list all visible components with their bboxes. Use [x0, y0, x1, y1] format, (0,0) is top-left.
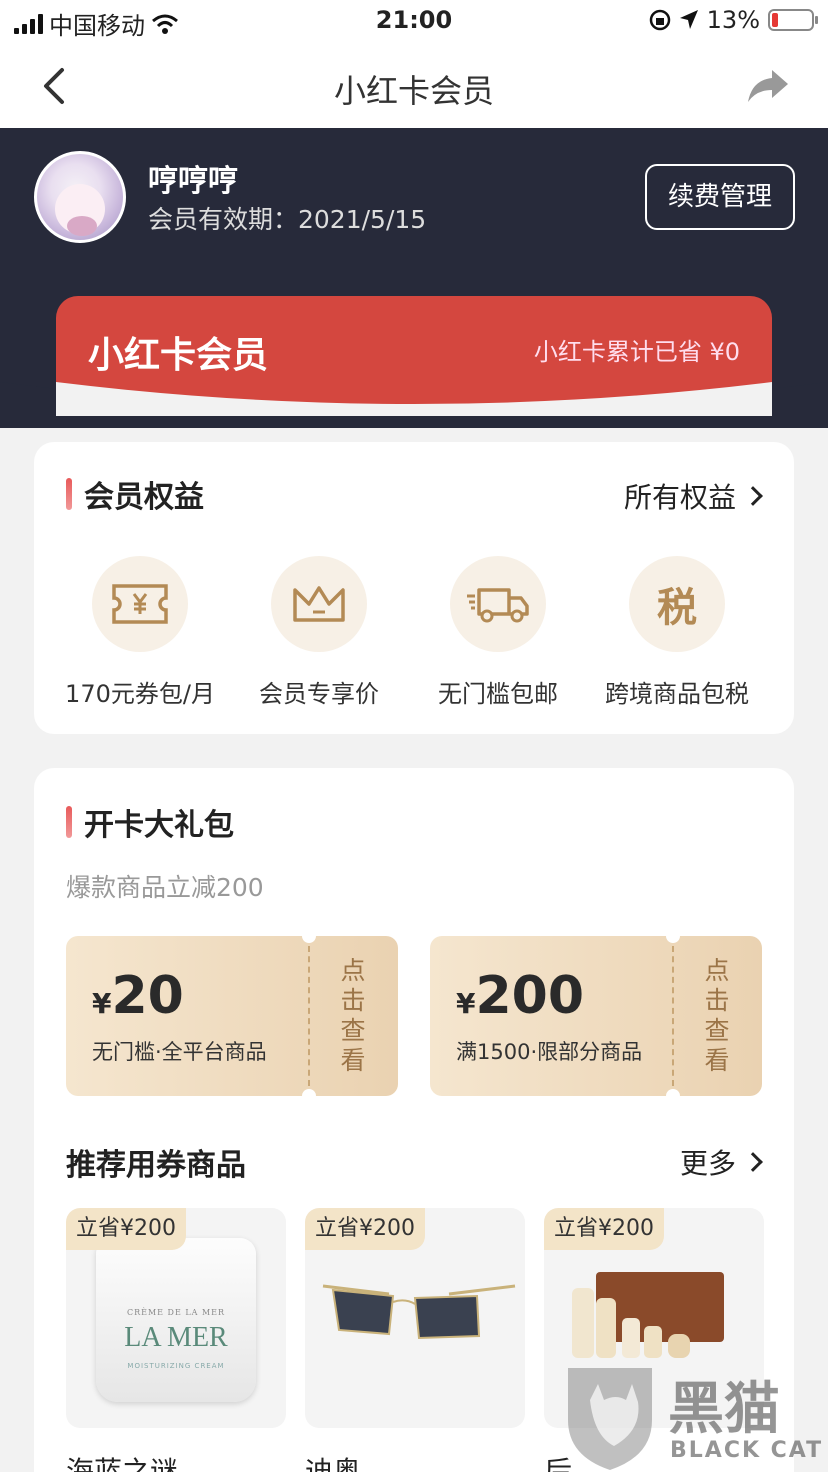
bottle-image: [644, 1326, 662, 1358]
cta-char: 击: [340, 986, 366, 1015]
product-card-dior[interactable]: 立省¥200: [305, 1208, 525, 1428]
blackcat-watermark: 黑猫 BLACK CAT: [560, 1360, 828, 1472]
jar-subline: MOISTURIZING CREAM: [127, 1362, 225, 1370]
section-marker: [66, 478, 72, 510]
cream-jar-image: CRÈME DE LA MER LA MER MOISTURIZING CREA…: [96, 1238, 256, 1402]
page-title: 小红卡会员: [333, 72, 494, 110]
chevron-right-icon: [743, 1152, 763, 1172]
benefit-coupon-pack[interactable]: 170元券包/月: [45, 556, 235, 709]
currency-symbol: ¥: [456, 987, 476, 1020]
more-label: 更多: [679, 1147, 736, 1180]
benefit-label: 无门槛包邮: [438, 680, 558, 708]
member-card[interactable]: 小红卡会员 小红卡累计已省 ¥0: [56, 296, 772, 416]
jar-brand: LA MER: [124, 1322, 228, 1353]
benefits-card: 会员权益 所有权益 170元券包/月 会员专享价 无门槛包邮 税 跨境商品包税: [34, 442, 794, 734]
benefit-label: 会员专享价: [259, 680, 379, 708]
jar-topline: CRÈME DE LA MER: [126, 1308, 226, 1317]
benefits-heading: 会员权益: [66, 472, 204, 516]
cta-char: 点: [340, 956, 366, 985]
coupon-value: 20: [111, 966, 184, 1026]
bottle-image: [622, 1318, 640, 1358]
coupon-notch: [302, 1089, 316, 1096]
more-products-link[interactable]: 更多: [679, 1142, 763, 1182]
coupon-notch: [302, 936, 316, 943]
avatar[interactable]: [34, 151, 126, 243]
battery-percent: 13%: [706, 6, 760, 34]
cta-char: 看: [704, 1046, 730, 1075]
product-card-lamer[interactable]: CRÈME DE LA MER LA MER MOISTURIZING CREA…: [66, 1208, 286, 1428]
coupon-divider: [308, 946, 310, 1086]
gift-heading: 开卡大礼包: [66, 800, 234, 844]
coupon-card[interactable]: ¥200 满1500·限部分商品 点 击 查 看: [430, 936, 762, 1096]
cta-char: 看: [340, 1046, 366, 1075]
cta-char: 查: [340, 1016, 366, 1045]
cta-char: 查: [704, 1016, 730, 1045]
benefits-title: 会员权益: [84, 480, 204, 515]
benefit-label: 170元券包/月: [65, 680, 215, 708]
benefit-tax-included[interactable]: 税 跨境商品包税: [582, 556, 772, 709]
crown-icon: [271, 556, 367, 652]
currency-symbol: ¥: [92, 987, 112, 1020]
renew-management-button[interactable]: 续费管理: [645, 164, 795, 230]
coupon-divider: [672, 946, 674, 1086]
coupon-value: 200: [475, 966, 585, 1026]
savings-badge: 立省¥200: [66, 1208, 186, 1250]
location-icon: [679, 10, 698, 29]
rotation-lock-icon: [649, 9, 670, 31]
gift-subtitle: 爆款商品立减200: [66, 873, 264, 902]
product-name[interactable]: 迪奥: [305, 1450, 361, 1472]
member-card-saved: 小红卡累计已省 ¥0: [533, 338, 740, 366]
recommended-title: 推荐用券商品: [66, 1148, 246, 1183]
all-benefits-label: 所有权益: [623, 481, 736, 514]
username: 哼哼哼: [148, 164, 238, 199]
benefit-free-shipping[interactable]: 无门槛包邮: [403, 556, 593, 709]
bottle-image: [596, 1298, 616, 1358]
cta-char: 击: [704, 986, 730, 1015]
status-bar: 中国移动 21:00 13%: [0, 0, 828, 44]
bottle-image: [572, 1288, 594, 1358]
coupon-card[interactable]: ¥20 无门槛·全平台商品 点 击 查 看: [66, 936, 398, 1096]
nav-bar: 小红卡会员: [0, 44, 828, 128]
tax-icon: 税: [629, 556, 725, 652]
savings-badge: 立省¥200: [305, 1208, 425, 1250]
battery-icon: [768, 9, 818, 31]
ticket-yen-icon: [92, 556, 188, 652]
benefit-member-price[interactable]: 会员专享价: [224, 556, 414, 709]
cat-shield-logo: [568, 1368, 652, 1470]
section-marker: [66, 806, 72, 838]
product-name[interactable]: 海蓝之谜: [66, 1450, 178, 1472]
cta-char: 点: [704, 956, 730, 985]
jar-image: [668, 1334, 690, 1358]
coupon-notch: [666, 1089, 680, 1096]
coupon-condition: 无门槛·全平台商品: [92, 1040, 267, 1064]
coupon-condition: 满1500·限部分商品: [456, 1040, 643, 1064]
coupon-view-button[interactable]: 点 击 查 看: [702, 956, 732, 1076]
tax-glyph: 税: [657, 585, 697, 631]
coupon-notch: [666, 936, 680, 943]
all-benefits-link[interactable]: 所有权益: [623, 476, 763, 516]
gift-title: 开卡大礼包: [84, 808, 234, 843]
share-icon[interactable]: [746, 66, 790, 106]
chevron-right-icon: [743, 486, 763, 506]
watermark-sub: BLACK CAT: [670, 1438, 824, 1463]
truck-icon: [450, 556, 546, 652]
coupon-amount: ¥200: [456, 966, 584, 1026]
coupon-amount: ¥20: [92, 966, 184, 1026]
member-card-title: 小红卡会员: [88, 335, 269, 376]
savings-badge: 立省¥200: [544, 1208, 664, 1250]
benefit-label: 跨境商品包税: [605, 680, 749, 708]
status-right: 13%: [649, 6, 818, 34]
sunglasses-image: [322, 1284, 516, 1340]
coupon-view-button[interactable]: 点 击 查 看: [338, 956, 368, 1076]
membership-validity: 会员有效期：2021/5/15: [148, 205, 427, 234]
watermark-text: 黑猫: [668, 1377, 780, 1442]
